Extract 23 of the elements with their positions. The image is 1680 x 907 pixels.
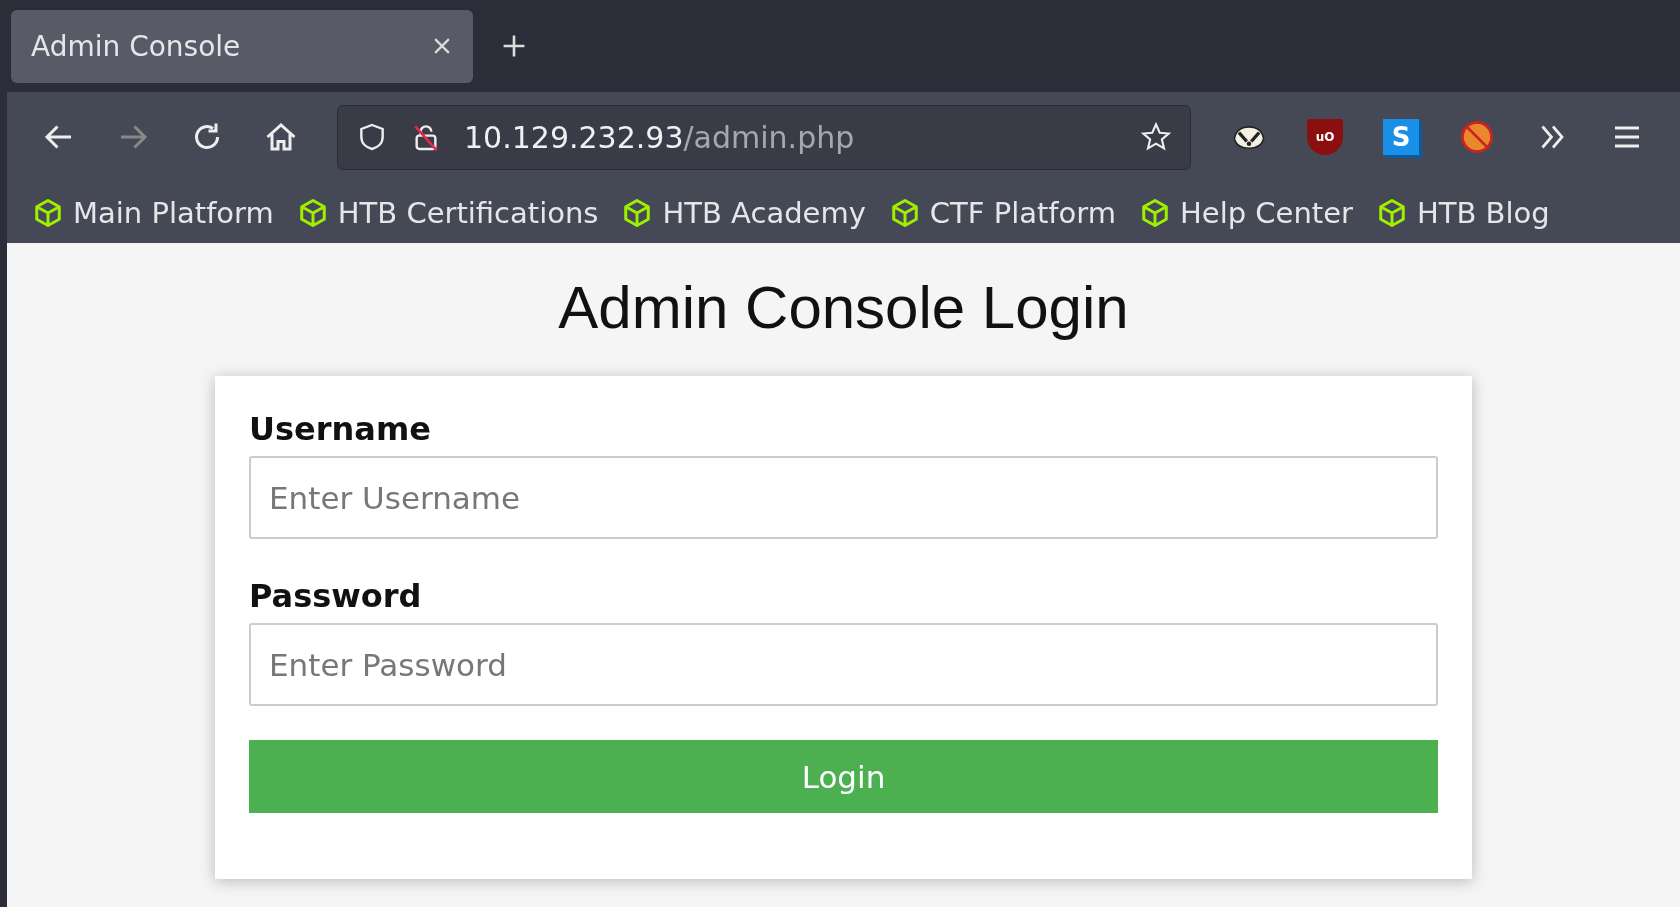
cube-icon [889,197,920,228]
cube-icon [297,197,328,228]
cube-icon [1376,197,1407,228]
field-label: Password [249,577,423,615]
star-icon[interactable] [1140,121,1172,153]
address-bar[interactable]: 10.129.232.93/admin.php [337,104,1191,170]
bookmark-item[interactable]: HTB Academy [622,195,866,230]
cube-icon [1140,197,1170,228]
cube-icon [622,197,653,228]
url-text: 10.129.232.93/admin.php [464,119,856,155]
input-field[interactable]: Enter Username [249,456,1438,539]
bookmark-item[interactable]: Help Center [1140,195,1353,230]
new-tab-icon[interactable] [501,33,527,59]
field-label: Username [249,410,432,448]
bookmark-item[interactable]: Main Platform [33,195,274,230]
bookmark-item[interactable]: HTB Blog [1376,195,1550,230]
input-field[interactable]: Enter Password [249,623,1438,706]
bookmark-item[interactable]: CTF Platform [889,195,1116,230]
cube-icon [33,197,63,228]
bookmark-item[interactable]: HTB Certifications [297,195,599,230]
page-heading: Admin Console Login [558,273,1129,342]
browser-tab[interactable]: Admin Console [11,9,473,83]
ublock-shield-icon[interactable]: uO [1307,119,1343,155]
